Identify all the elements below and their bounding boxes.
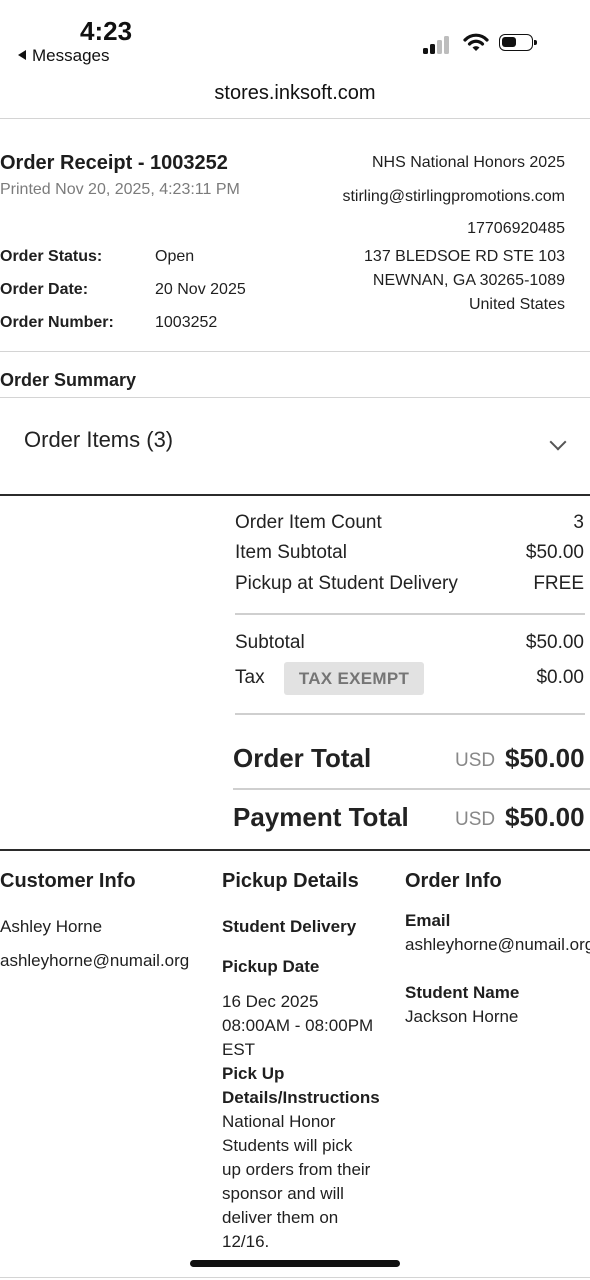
back-label: Messages (32, 46, 110, 65)
item-count-value: 3 (573, 512, 584, 533)
printed-timestamp: Printed Nov 20, 2025, 4:23:11 PM (0, 181, 240, 198)
order-status-label: Order Status: (0, 248, 103, 265)
order-total-value: $50.00 (505, 743, 585, 773)
pickup-fee-label: Pickup at Student Delivery (235, 573, 458, 594)
divider (233, 788, 590, 790)
student-name: Jackson Horne (405, 1007, 519, 1026)
wifi-icon (463, 33, 489, 53)
divider (0, 351, 590, 352)
pickup-date-label: Pickup Date (222, 957, 320, 976)
instructions-line: sponsor and will (222, 1184, 344, 1203)
pickup-method: Student Delivery (222, 917, 357, 936)
cellular-signal-icon (423, 34, 453, 54)
store-address-line2: NEWNAN, GA 30265-1089 (372, 272, 565, 289)
item-subtotal-label: Item Subtotal (235, 542, 347, 563)
pickup-time-line: 08:00AM - 08:00PM (222, 1016, 374, 1035)
customer-email[interactable]: ashleyhorne@numail.org (0, 949, 189, 973)
pickup-fee-value: FREE (533, 573, 584, 594)
status-time: 4:23 (80, 16, 133, 46)
item-count-label: Order Item Count (235, 512, 382, 533)
order-total-label: Order Total (233, 743, 372, 773)
instructions-line: up orders from their (222, 1160, 371, 1179)
divider (0, 849, 590, 851)
store-country: United States (468, 296, 565, 313)
tax-label: Tax (235, 667, 265, 688)
order-status-value: Open (155, 248, 195, 265)
battery-icon (499, 34, 537, 51)
customer-info-heading: Customer Info (0, 870, 136, 892)
divider (0, 494, 590, 496)
tax-exempt-badge: TAX EXEMPT (284, 662, 424, 695)
order-date-label: Order Date: (0, 281, 89, 298)
order-summary-heading: Order Summary (0, 370, 137, 390)
store-phone[interactable]: 17706920485 (467, 220, 565, 238)
back-to-messages-link[interactable]: Messages (18, 46, 109, 66)
subtotal-value: $50.00 (525, 632, 584, 653)
payment-total-label: Payment Total (233, 802, 409, 832)
divider (235, 713, 585, 715)
payment-total-currency: USD (455, 809, 496, 830)
url-bar[interactable]: stores.inksoft.com (0, 82, 590, 105)
item-subtotal-value: $50.00 (525, 542, 584, 563)
store-address-line1: 137 BLEDSOE RD STE 103 (364, 248, 565, 265)
divider (0, 1277, 590, 1278)
instructions-line: 12/16. (222, 1232, 270, 1251)
order-info-email[interactable]: ashleyhorne@numail.org (405, 933, 590, 957)
payment-total-value: $50.00 (505, 802, 585, 832)
home-indicator[interactable] (190, 1260, 400, 1267)
store-email[interactable]: stirling@stirlingpromotions.com (342, 188, 565, 206)
instructions-label-line: Details/Instructions (222, 1088, 380, 1107)
order-date-value: 20 Nov 2025 (155, 281, 246, 298)
instructions-line: National Honor (222, 1112, 336, 1131)
order-items-header[interactable]: Order Items (3) (24, 427, 173, 453)
divider (0, 118, 590, 119)
receipt-title: Order Receipt - 1003252 (0, 152, 228, 174)
pickup-details-heading: Pickup Details (222, 870, 359, 892)
order-info-heading: Order Info (405, 870, 502, 892)
student-name-label: Student Name (405, 983, 520, 1002)
order-number-value: 1003252 (155, 314, 218, 331)
back-arrow-icon (18, 50, 26, 60)
pickup-timezone-line: EST (222, 1040, 256, 1059)
subtotal-label: Subtotal (235, 632, 305, 653)
instructions-label-line: Pick Up (222, 1064, 285, 1083)
divider (235, 613, 585, 615)
tax-value: $0.00 (536, 667, 584, 688)
order-total-currency: USD (455, 750, 496, 771)
order-number-label: Order Number: (0, 314, 114, 331)
order-info-email-label: Email (405, 911, 451, 930)
pickup-date-line: 16 Dec 2025 (222, 992, 319, 1011)
instructions-line: deliver them on (222, 1208, 339, 1227)
instructions-line: Students will pick (222, 1136, 353, 1155)
store-name: NHS National Honors 2025 (372, 154, 565, 171)
customer-name: Ashley Horne (0, 917, 103, 936)
